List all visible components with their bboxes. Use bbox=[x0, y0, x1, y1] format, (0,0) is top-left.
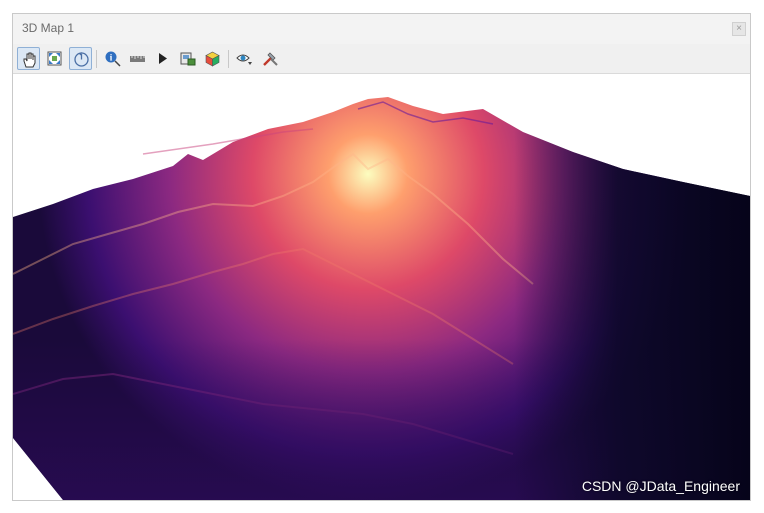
pan-button[interactable] bbox=[17, 47, 40, 70]
play-animation-button[interactable] bbox=[151, 47, 174, 70]
export-3d-scene-button[interactable] bbox=[201, 47, 224, 70]
close-button[interactable]: × bbox=[732, 22, 746, 36]
3d-map-viewport[interactable]: CSDN @JData_Engineer bbox=[13, 74, 750, 500]
identify-icon: i bbox=[105, 51, 121, 67]
window-title: 3D Map 1 bbox=[22, 21, 75, 35]
measure-icon bbox=[130, 56, 145, 62]
camera-rotate-button[interactable] bbox=[69, 47, 92, 70]
3d-map-window: 3D Map 1 × i CSDN @JData_Engineer bbox=[12, 13, 751, 501]
zoom-full-button[interactable] bbox=[43, 47, 66, 70]
identify-button[interactable]: i bbox=[101, 47, 124, 70]
toolbar-separator bbox=[228, 50, 229, 68]
terrain-render bbox=[13, 97, 750, 500]
camera-rotate-icon bbox=[74, 52, 89, 67]
watermark: CSDN @JData_Engineer bbox=[581, 478, 740, 494]
toolbar-separator bbox=[96, 50, 97, 68]
configure-icon bbox=[263, 52, 278, 66]
pan-hand-icon bbox=[23, 52, 36, 68]
toolbar: i bbox=[13, 44, 750, 74]
configure-button[interactable] bbox=[258, 47, 281, 70]
play-animation-icon bbox=[159, 53, 167, 64]
title-bar: 3D Map 1 × bbox=[13, 14, 750, 44]
camera-view-button[interactable] bbox=[233, 47, 256, 70]
export-3d-scene-icon bbox=[205, 51, 220, 67]
zoom-full-icon bbox=[47, 51, 62, 66]
camera-view-icon bbox=[236, 54, 252, 65]
export-image-button[interactable] bbox=[176, 47, 199, 70]
export-image-icon bbox=[180, 52, 196, 66]
measure-button[interactable] bbox=[126, 47, 149, 70]
